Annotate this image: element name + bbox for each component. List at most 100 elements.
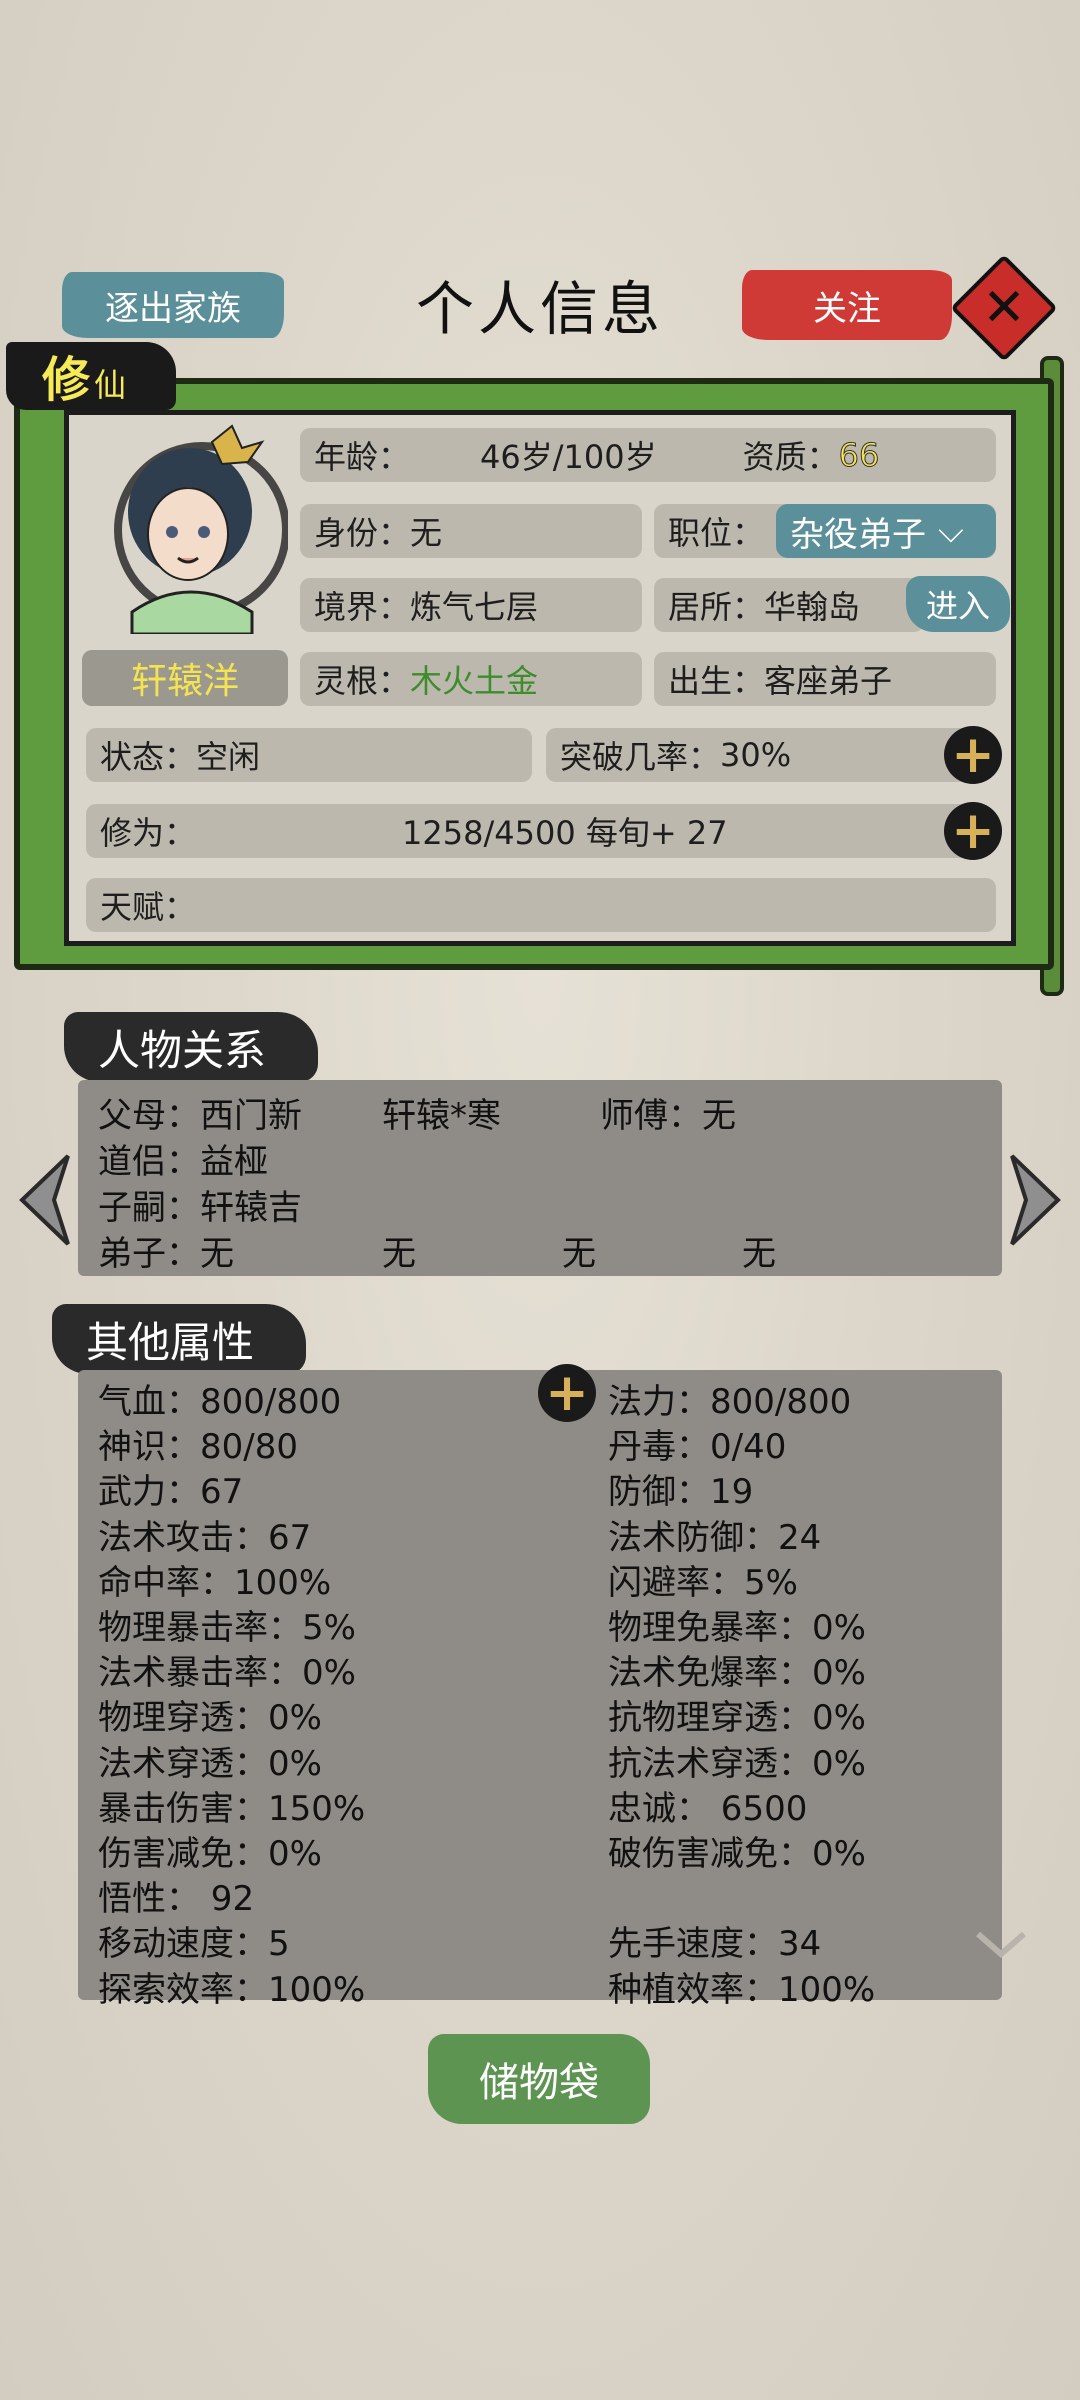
expel-family-button[interactable]: 逐出家族	[62, 272, 284, 338]
partner-value: 益桠	[200, 1142, 268, 1182]
prev-arrow-icon[interactable]	[14, 1150, 74, 1250]
attribute-right-5: 物理免暴率：0%	[608, 1608, 866, 1648]
master-row: 师傅：无	[600, 1088, 736, 1137]
attribute-left-3: 法术攻击：67	[98, 1517, 312, 1558]
position-label: 职位：	[668, 514, 765, 552]
cultivation-field: 修为： 1258/4500 每旬+ 27	[86, 804, 976, 858]
aptitude-label: 资质：	[742, 438, 839, 476]
next-arrow-icon[interactable]	[1006, 1150, 1066, 1250]
parents-label: 父母：	[98, 1096, 200, 1136]
tag-small: 仙	[94, 366, 127, 404]
status-field: 状态： 空闲	[86, 728, 532, 782]
identity-field: 身份： 无	[300, 504, 642, 558]
child-value: 轩辕吉	[200, 1188, 302, 1228]
age-field: 年龄： 46岁/100岁 资质： 66	[300, 428, 996, 482]
status-label: 状态：	[100, 738, 197, 776]
identity-value: 无	[410, 514, 443, 552]
breakthrough-value: 30%	[720, 736, 792, 774]
attribute-left-13: 探索效率：100%	[98, 1969, 366, 2010]
plus-icon: +	[951, 725, 995, 785]
birth-field: 出生： 客座弟子	[654, 652, 996, 706]
attribute-left-0: 气血：800/800	[98, 1382, 342, 1422]
child-label: 子嗣：	[98, 1188, 200, 1228]
page-title: 个人信息	[415, 275, 664, 343]
attribute-left-5: 物理暴击率：5%	[98, 1608, 356, 1648]
close-button[interactable]: ✕	[950, 254, 1058, 362]
scroll-down-icon[interactable]	[974, 1930, 1028, 1960]
attribute-right-7: 抗物理穿透：0%	[608, 1698, 866, 1739]
close-icon: ✕	[982, 278, 1026, 338]
birth-label: 出生：	[668, 662, 765, 700]
plus-icon: +	[951, 801, 995, 861]
disciple-label: 弟子：	[98, 1234, 200, 1274]
attribute-right-6: 法术免爆率：0%	[608, 1653, 866, 1694]
partner-row: 道侣：益桠	[98, 1134, 268, 1183]
attribute-left-12: 移动速度：5	[98, 1924, 290, 1965]
cultivation-tag: 修 仙	[6, 342, 176, 410]
plus-icon: +	[545, 1363, 589, 1423]
residence-field: 居所： 华翰岛	[654, 578, 924, 632]
breakthrough-add-button[interactable]: +	[944, 726, 1002, 784]
attribute-right-8: 抗法术穿透：0%	[608, 1743, 866, 1784]
attribute-right-0: 法力：800/800	[608, 1382, 852, 1422]
attribute-left-10: 伤害减免：0%	[98, 1834, 322, 1874]
character-name: 轩辕洋	[82, 650, 288, 706]
identity-label: 身份：	[314, 514, 411, 552]
attribute-right-4: 闪避率：5%	[608, 1562, 798, 1603]
chevron-down-icon: ⌵	[938, 511, 964, 551]
attribute-add-button[interactable]: +	[538, 1364, 596, 1422]
position-value: 杂役弟子	[790, 514, 926, 555]
disciple-4: 无	[742, 1234, 776, 1274]
disciple-1: 无	[200, 1234, 234, 1274]
attribute-left-8: 法术穿透：0%	[98, 1743, 322, 1784]
realm-label: 境界：	[314, 588, 411, 626]
attribute-left-4: 命中率：100%	[98, 1562, 332, 1603]
follow-button[interactable]: 关注	[742, 270, 952, 340]
partner-label: 道侣：	[98, 1142, 200, 1182]
root-value: 木火土金	[410, 662, 539, 700]
relations-header: 人物关系	[64, 1012, 318, 1082]
disciple-3: 无	[562, 1234, 596, 1274]
attribute-left-1: 神识：80/80	[98, 1427, 298, 1468]
breakthrough-field: 突破几率： 30%	[546, 728, 976, 782]
tag-big: 修	[42, 352, 91, 408]
residence-label: 居所：	[668, 588, 765, 626]
master-value: 无	[702, 1096, 736, 1136]
enter-residence-button[interactable]: 进入	[906, 576, 1010, 632]
talent-label: 天赋：	[100, 888, 197, 926]
parents-row: 父母：西门新	[98, 1088, 302, 1137]
breakthrough-label: 突破几率：	[560, 738, 721, 776]
talent-field: 天赋：	[86, 878, 996, 932]
spirit-root-field: 灵根： 木火土金	[300, 652, 642, 706]
aptitude-value: 66	[838, 436, 880, 475]
attribute-right-13: 种植效率：100%	[608, 1969, 876, 2010]
storage-bag-button[interactable]: 储物袋	[428, 2034, 650, 2124]
root-label: 灵根：	[314, 662, 411, 700]
parent-2: 轩辕*寒	[382, 1096, 501, 1136]
attribute-right-1: 丹毒：0/40	[608, 1427, 787, 1468]
character-avatar	[114, 424, 288, 634]
attributes-header: 其他属性	[52, 1304, 306, 1374]
disciple-row: 弟子：无	[98, 1226, 234, 1275]
age-value: 46岁/100岁	[480, 438, 657, 476]
child-row: 子嗣：轩辕吉	[98, 1180, 302, 1229]
cultivation-value: 1258/4500 每旬+ 27	[402, 814, 728, 852]
birth-value: 客座弟子	[764, 662, 893, 700]
status-value: 空闲	[196, 738, 261, 776]
position-dropdown[interactable]: 杂役弟子 ⌵	[776, 504, 996, 558]
residence-value: 华翰岛	[764, 588, 861, 626]
age-label: 年龄：	[314, 438, 411, 476]
realm-field: 境界： 炼气七层	[300, 578, 642, 632]
attribute-left-2: 武力：67	[98, 1472, 244, 1513]
disciple-2: 无	[382, 1234, 416, 1274]
attribute-left-11: 悟性： 92	[98, 1879, 255, 1920]
cultivation-label: 修为：	[100, 814, 197, 852]
attribute-left-9: 暴击伤害：150%	[98, 1788, 366, 1829]
attribute-right-3: 法术防御：24	[608, 1517, 822, 1558]
cultivation-add-button[interactable]: +	[944, 802, 1002, 860]
attribute-right-2: 防御：19	[608, 1472, 754, 1513]
attribute-left-7: 物理穿透：0%	[98, 1698, 322, 1739]
attribute-right-9: 忠诚： 6500	[608, 1788, 808, 1829]
attribute-right-12: 先手速度：34	[608, 1924, 822, 1965]
master-label: 师傅：	[600, 1096, 702, 1136]
